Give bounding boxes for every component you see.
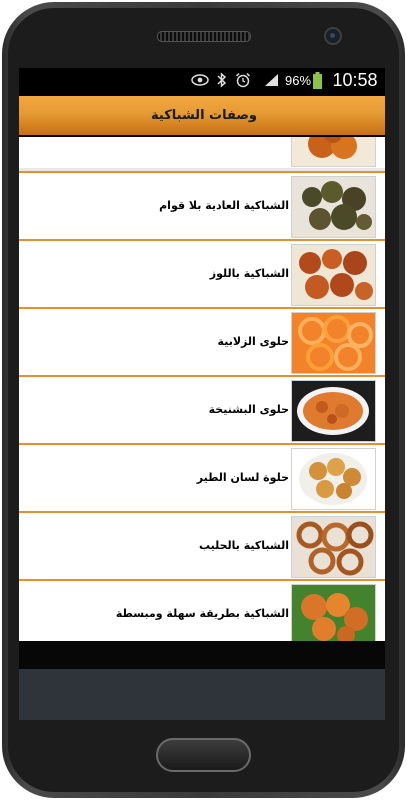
recipe-thumbnail — [291, 312, 376, 374]
front-camera — [324, 27, 342, 45]
list-item-label: الشباكية بطريقة سهلة ومبسطة — [115, 607, 289, 620]
list-item[interactable]: حلوة لسان الطير — [19, 445, 385, 511]
alarm-icon — [234, 68, 252, 92]
battery-percent: 96% — [284, 72, 312, 88]
list-item[interactable]: حلوى البشنيخة — [19, 377, 385, 443]
list-item-label: حلوى البشنيخة — [208, 403, 289, 416]
earpiece-speaker — [157, 31, 251, 42]
recipe-thumbnail — [291, 176, 376, 238]
bottom-strip — [19, 641, 385, 669]
list-item-label: … — [278, 137, 289, 164]
phone-frame: 96% 10:58 وصفات الشباكية … الشباكية العا… — [0, 0, 407, 800]
recipe-list[interactable]: … الشباكية العادية بلا قوام الشباكية بال… — [19, 137, 385, 641]
list-item-label: الشباكية العادية بلا قوام — [159, 199, 289, 212]
eye-icon — [190, 68, 210, 92]
screen: 96% 10:58 وصفات الشباكية … الشباكية العا… — [19, 68, 385, 720]
list-item[interactable]: الشباكية العادية بلا قوام — [19, 173, 385, 239]
list-item-label: حلوة لسان الطير — [196, 471, 289, 484]
clock-time: 10:58 — [332, 69, 378, 90]
recipe-thumbnail — [291, 244, 376, 306]
bluetooth-icon — [215, 68, 229, 92]
recipe-thumbnail — [291, 584, 376, 641]
list-item-label: الشباكية بالحليب — [198, 539, 289, 552]
list-item[interactable]: … — [19, 137, 385, 168]
status-bar: 96% 10:58 — [19, 68, 385, 92]
app-header: وصفات الشباكية — [19, 96, 385, 135]
list-item[interactable]: حلوى الزلابية — [19, 309, 385, 375]
signal-icon — [263, 68, 279, 92]
navigation-area — [19, 669, 385, 720]
recipe-thumbnail — [291, 448, 376, 510]
list-item-label: الشباكية باللوز — [209, 267, 289, 280]
home-button[interactable] — [156, 738, 251, 772]
list-item[interactable]: الشباكية بطريقة سهلة ومبسطة — [19, 581, 385, 641]
recipe-thumbnail — [291, 380, 376, 442]
recipe-thumbnail — [291, 516, 376, 578]
page-title: وصفات الشباكية — [151, 108, 257, 123]
recipe-thumbnail — [291, 137, 376, 167]
battery-icon — [313, 68, 322, 92]
list-item-label: حلوى الزلابية — [217, 335, 289, 348]
list-item[interactable]: الشباكية بالحليب — [19, 513, 385, 579]
list-item[interactable]: الشباكية باللوز — [19, 241, 385, 307]
